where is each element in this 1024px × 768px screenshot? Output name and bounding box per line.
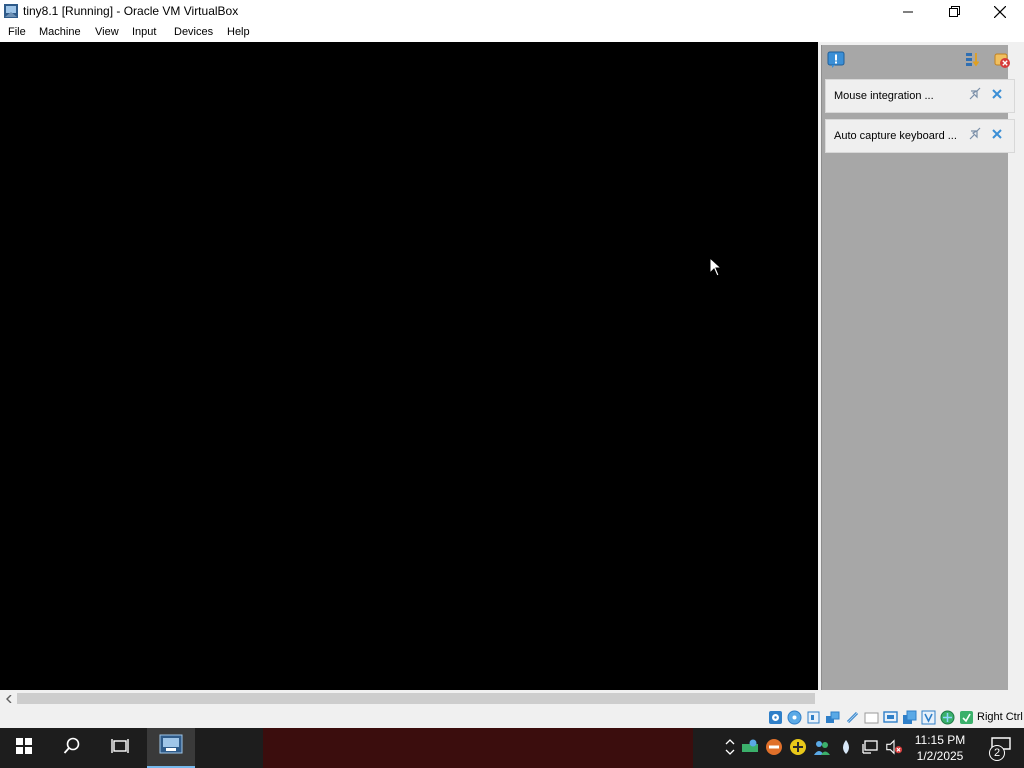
task-view-icon <box>111 738 129 759</box>
recording-icon[interactable] <box>921 710 936 725</box>
title-bar: tiny8.1 [Running] - Oracle VM VirtualBox <box>0 0 1024 23</box>
menu-help[interactable]: Help <box>227 26 250 38</box>
menu-machine[interactable]: Machine <box>39 26 81 38</box>
cpu-icon[interactable] <box>940 710 955 725</box>
scrollbar-corner <box>818 690 1024 707</box>
close-icon <box>994 5 1006 18</box>
search-icon <box>63 737 81 760</box>
mouse-pointer-icon <box>709 256 723 282</box>
restore-icon <box>948 6 960 17</box>
shared-folders-icon[interactable] <box>864 710 879 725</box>
pin-notification-button[interactable] <box>968 127 982 145</box>
virtualbox-taskbar-icon <box>158 733 184 762</box>
stop-icon[interactable] <box>765 738 783 756</box>
drop-icon[interactable] <box>837 738 855 756</box>
audio-icon[interactable] <box>806 710 821 725</box>
notification-card[interactable]: Mouse integration ... <box>825 79 1015 113</box>
menu-devices[interactable]: Devices <box>174 26 213 38</box>
window-title: tiny8.1 [Running] - Oracle VM VirtualBox <box>23 4 239 18</box>
minimize-icon <box>903 7 913 17</box>
notification-card[interactable]: Auto capture keyboard ... <box>825 119 1015 153</box>
pin-notification-button[interactable] <box>968 87 982 105</box>
clock-date: 1/2/2025 <box>916 749 964 763</box>
start-icon <box>16 737 32 759</box>
scroll-left-icon[interactable] <box>0 690 17 707</box>
sort-button[interactable] <box>962 51 984 73</box>
clock-time: 11:15 PM <box>914 733 966 747</box>
status-bar: Right Ctrl <box>0 707 1024 728</box>
close-notification-button[interactable] <box>990 129 1004 143</box>
virtualbox-taskbar-button[interactable] <box>147 728 195 768</box>
notification-text: Mouse integration ... <box>834 90 934 102</box>
notification-text: Auto capture keyboard ... <box>834 130 957 142</box>
dismiss-all-icon <box>993 51 1011 74</box>
menu-file[interactable]: File <box>8 26 26 38</box>
start-button[interactable] <box>0 728 48 768</box>
usb-icon[interactable] <box>845 710 860 725</box>
show-hidden-icons-icon[interactable] <box>721 738 739 756</box>
sort-icon <box>964 51 982 74</box>
scrollbar-thumb[interactable] <box>17 693 815 704</box>
menu-bar: File Machine View Input Devices Help <box>0 23 1024 42</box>
volume-muted-icon[interactable] <box>885 738 903 756</box>
optical-drive-icon[interactable] <box>787 710 802 725</box>
features-icon[interactable] <box>959 710 974 725</box>
notification-center-button[interactable] <box>825 51 847 73</box>
vm-display[interactable] <box>0 42 818 690</box>
menu-view[interactable]: View <box>95 26 119 38</box>
dismiss-all-button[interactable] <box>991 51 1013 73</box>
virtualbox-window: tiny8.1 [Running] - Oracle VM VirtualBox… <box>0 0 1024 768</box>
close-button[interactable] <box>977 0 1023 23</box>
close-notification-button[interactable] <box>990 89 1004 103</box>
pin-icon <box>969 127 982 145</box>
video-capture-icon[interactable] <box>902 710 917 725</box>
horizontal-scrollbar[interactable] <box>0 690 818 707</box>
taskbar-empty-area <box>263 728 693 768</box>
task-view-button[interactable] <box>96 728 144 768</box>
clock[interactable]: 11:15 PM 1/2/2025 <box>910 732 970 764</box>
network-status-icon[interactable] <box>861 738 879 756</box>
restore-button[interactable] <box>931 0 977 23</box>
plus-icon[interactable] <box>789 738 807 756</box>
close-icon <box>991 87 1003 105</box>
minimize-button[interactable] <box>885 0 931 23</box>
notification-count-badge: 2 <box>989 745 1005 761</box>
hard-disk-icon[interactable] <box>768 710 783 725</box>
people-icon[interactable] <box>813 738 831 756</box>
close-icon <box>991 127 1003 145</box>
search-button[interactable] <box>48 728 96 768</box>
pin-icon <box>969 87 982 105</box>
virtualbox-icon <box>3 3 19 19</box>
menu-input[interactable]: Input <box>132 26 156 38</box>
display-icon[interactable] <box>883 710 898 725</box>
network-icon[interactable] <box>825 710 840 725</box>
taskbar: 11:15 PM 1/2/2025 2 <box>0 728 1024 768</box>
notification-center-icon <box>827 51 845 74</box>
host-key-label: Right Ctrl <box>977 711 1023 723</box>
network-app-icon[interactable] <box>741 738 759 756</box>
